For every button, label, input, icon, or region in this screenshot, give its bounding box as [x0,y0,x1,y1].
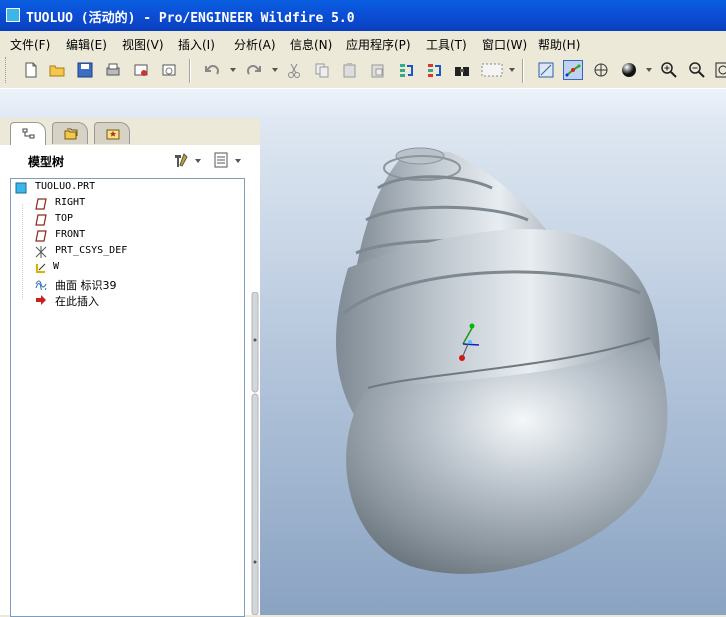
show-list-icon[interactable] [212,151,230,169]
undo-icon[interactable] [203,61,221,79]
datum-plane-icon [35,214,47,226]
display-style-dropdown-icon[interactable] [646,68,652,72]
display-style-icon[interactable] [620,61,638,79]
window-titlebar[interactable]: TUOLUO (活动的) - Pro/ENGINEER Wildfire 5.0 [0,0,726,31]
redo-dropdown-icon[interactable] [272,68,278,72]
zoom-in-icon[interactable] [660,61,678,79]
print-icon[interactable] [104,61,122,79]
app-icon [6,8,20,22]
menu-view[interactable]: 视图(V) [122,36,164,53]
model-tree: TUOLUO.PRT RIGHT TOP FRONT PRT_CSYS_DEF … [10,178,245,617]
find-binoculars-icon[interactable] [453,61,471,79]
send-link-icon[interactable] [160,61,178,79]
menu-tools[interactable]: 工具(T) [426,36,467,53]
axis-icon [36,263,46,273]
toolbar-separator [189,59,191,83]
navigator-tabs [0,118,260,145]
datum-plane-icon [35,230,47,242]
secondary-toolbar [0,88,726,119]
paste-special-icon[interactable] [369,61,387,79]
csys-icon [35,246,47,258]
model-tree-icon [22,128,35,139]
zoom-out-icon[interactable] [688,61,706,79]
navigator-panel: 模型树 TUOLUO.PRT RIGHT TOP FRONT PRT_CSYS_… [0,118,260,617]
datum-plane-icon [35,198,47,210]
send-mail-icon[interactable] [132,61,150,79]
menu-window[interactable]: 窗口(W) [482,36,527,53]
menu-file[interactable]: 文件(F) [10,36,50,53]
refit-icon[interactable] [714,61,726,79]
toolbar-grip[interactable] [5,57,9,83]
paste-icon[interactable] [341,61,359,79]
tree-item-label: FRONT [55,229,86,240]
graphics-viewport[interactable] [260,118,726,615]
menu-insert[interactable]: 插入(I) [178,36,215,53]
window-title: TUOLUO (活动的) - Pro/ENGINEER Wildfire 5.0 [26,11,355,26]
tree-item-label: RIGHT [55,197,86,208]
splitter-grip [251,292,259,615]
tree-item-label: 曲面 标识39 [55,279,117,292]
cut-icon[interactable] [285,61,303,79]
tree-item-label: PRT_CSYS_DEF [55,245,128,256]
undo-dropdown-icon[interactable] [230,68,236,72]
redo-icon[interactable] [245,61,263,79]
tree-root-label: TUOLUO.PRT [35,181,96,192]
orient-mode-icon[interactable] [592,61,610,79]
main-toolbar [0,53,726,88]
shell-model[interactable] [260,118,726,615]
show-dropdown-icon[interactable] [235,159,241,163]
copy-icon[interactable] [313,61,331,79]
regenerate-icon[interactable] [397,61,415,79]
menu-applications[interactable]: 应用程序(P) [346,36,411,53]
folder-browser-icon [64,128,78,140]
panel-splitter[interactable] [250,292,260,615]
part-icon [15,182,27,194]
redraw-icon[interactable] [537,61,555,79]
menu-bar: 文件(F) 编辑(E) 视图(V) 插入(I) 分析(A) 信息(N) 应用程序… [0,31,726,53]
tree-item-label: 在此插入 [55,295,99,308]
menu-help[interactable]: 帮助(H) [538,36,580,53]
menu-analysis[interactable]: 分析(A) [234,36,276,53]
open-folder-icon[interactable] [48,61,66,79]
regeneration-manager-icon[interactable] [425,61,443,79]
selection-dropdown-icon[interactable] [509,68,515,72]
tree-settings-dropdown-icon[interactable] [195,159,201,163]
menu-info[interactable]: 信息(N) [290,36,332,53]
tree-connector-line [22,204,23,300]
favorites-icon [106,129,120,140]
spin-center-icon[interactable] [563,60,583,80]
tab-favorites[interactable] [94,122,130,144]
panel-title: 模型树 [28,155,65,169]
save-icon[interactable] [76,61,94,79]
toolbar-separator [522,59,524,83]
surface-icon [35,280,47,290]
tree-settings-tools-icon[interactable] [172,151,190,169]
selection-box-icon[interactable] [480,61,506,79]
insert-here-arrow-icon [36,295,46,305]
tree-item-label: TOP [55,213,74,224]
tree-item-label: W [53,261,60,272]
tab-model-tree[interactable] [10,122,46,145]
menu-edit[interactable]: 编辑(E) [66,36,107,53]
new-file-icon[interactable] [22,61,40,79]
tab-folder-browser[interactable] [52,122,88,144]
